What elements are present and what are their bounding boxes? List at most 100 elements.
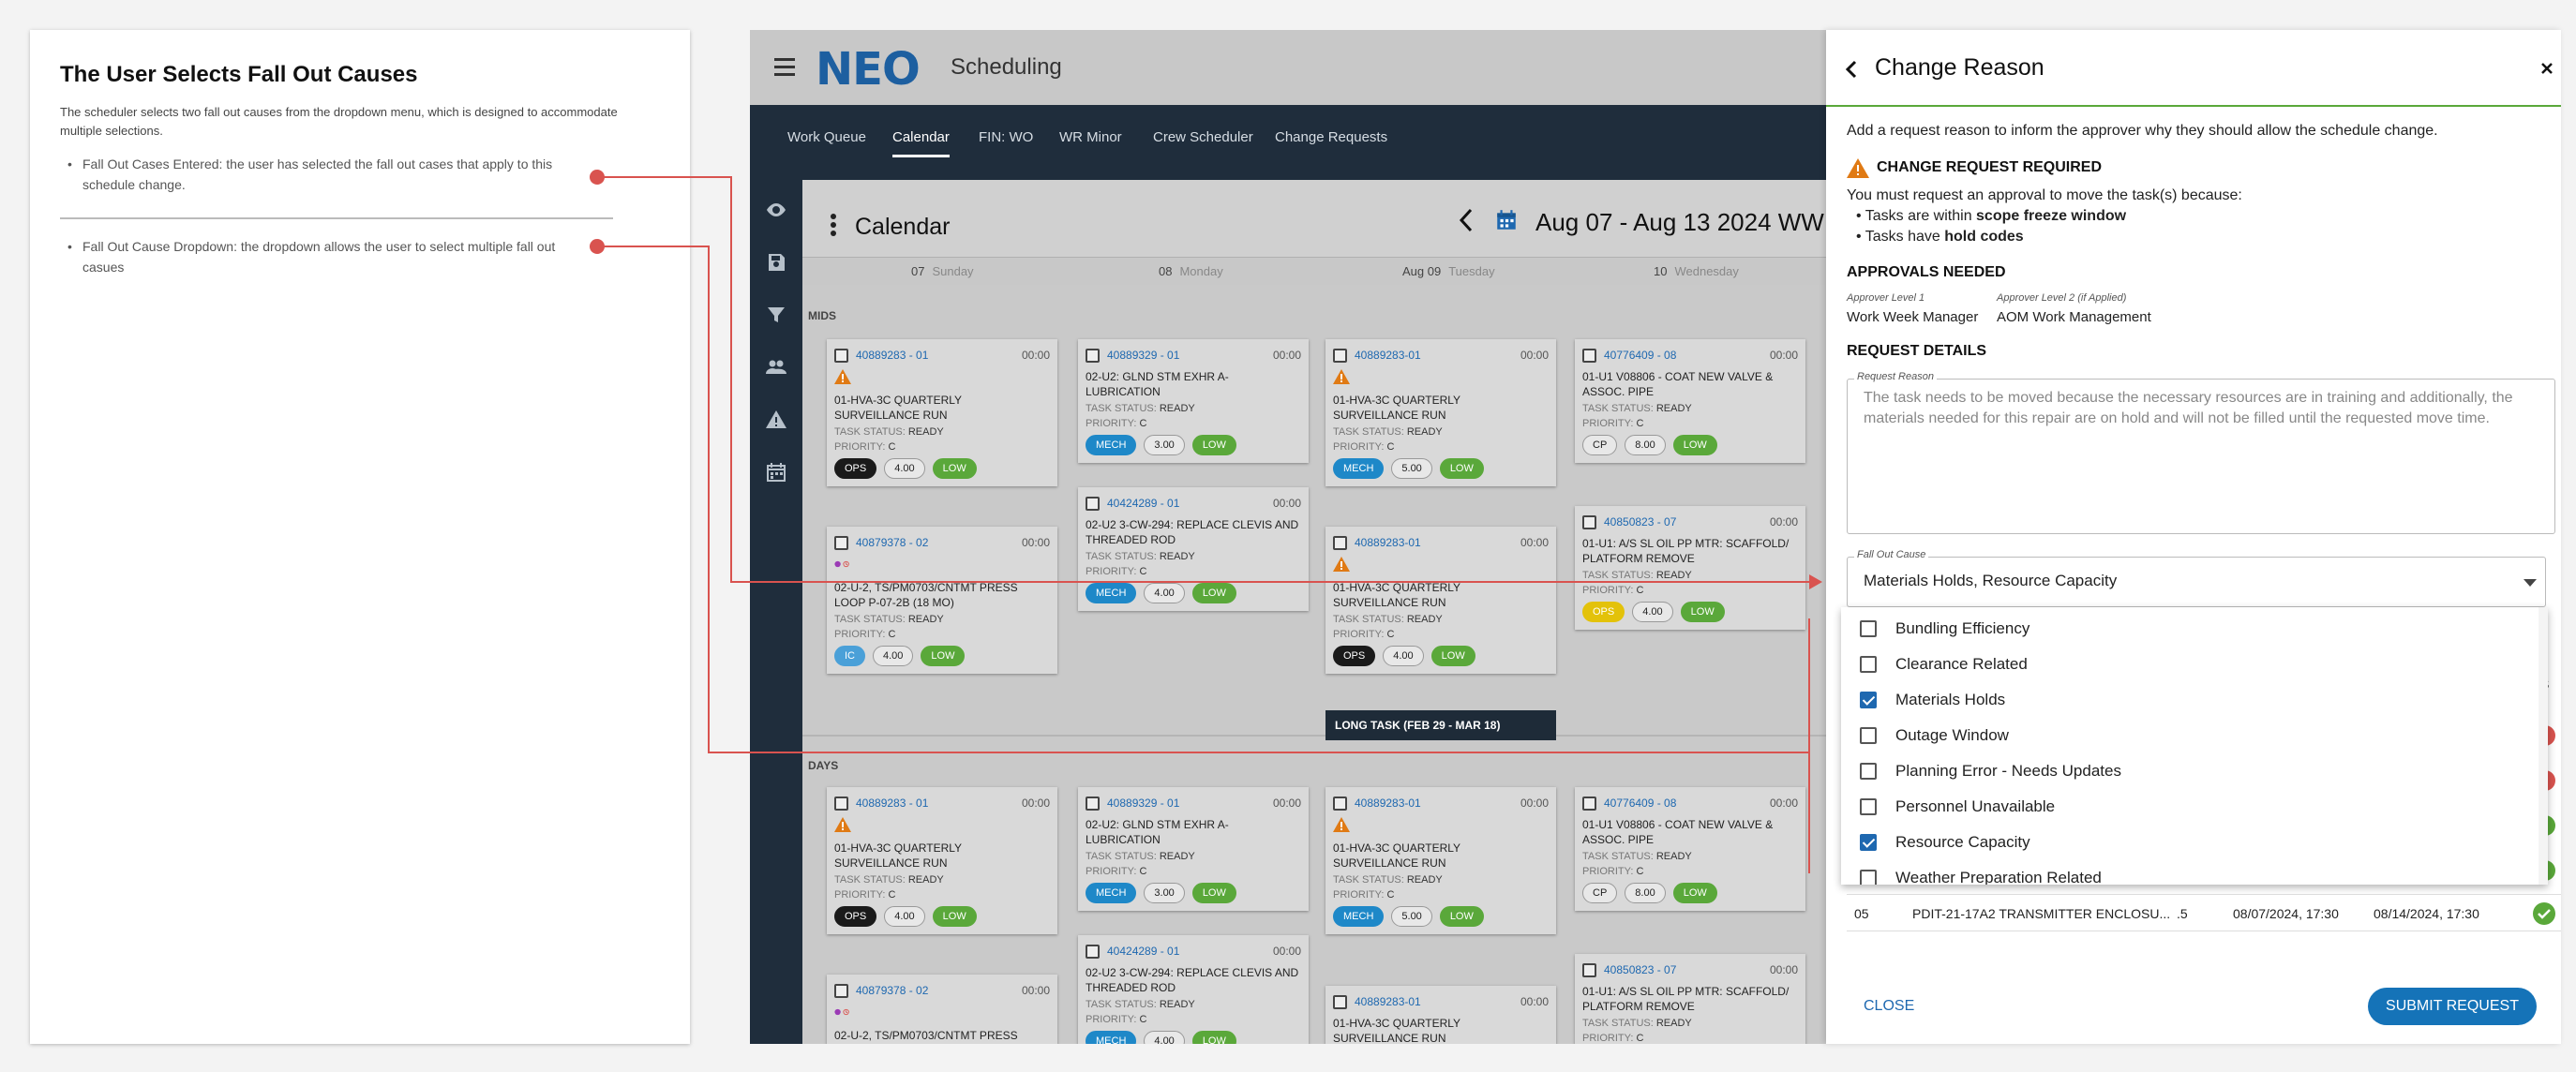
task-checkbox[interactable] [834, 348, 848, 363]
more-vertical-icon[interactable] [831, 214, 836, 236]
warning-icon[interactable] [765, 409, 787, 431]
task-card[interactable]: 40850823 - 07 00:00 01-U1: A/S SL OIL PP M… [1575, 506, 1805, 630]
work-order-link[interactable]: 40889283-01 [1355, 349, 1421, 362]
task-checkbox[interactable] [1333, 348, 1347, 363]
approver-2-label: Approver Level 2 (if Applied) [1997, 292, 2127, 304]
task-card[interactable]: 40776409 - 08 00:00 01-U1 V08806 - COAT NE… [1575, 339, 1805, 463]
task-checkbox[interactable] [1582, 514, 1596, 529]
task-card[interactable]: 40889283-01 00:00 01-HVA-3C QUARTERLY SURV… [1325, 787, 1556, 934]
work-order-link[interactable]: 40889283-01 [1355, 995, 1421, 1008]
calendar-icon[interactable] [765, 461, 787, 484]
work-order-link[interactable]: 40889329 - 01 [1107, 349, 1179, 362]
task-card[interactable]: 40889329 - 01 00:00 02-U2: GLND STM EXHR A… [1078, 787, 1309, 911]
tab-wr-minor[interactable]: WR Minor [1059, 129, 1122, 145]
option-checkbox[interactable] [1860, 692, 1877, 708]
task-checkbox[interactable] [1086, 944, 1100, 959]
task-time: 00:00 [1272, 349, 1301, 362]
option-checkbox[interactable] [1860, 834, 1877, 851]
work-order-link[interactable]: 40424289 - 01 [1107, 945, 1179, 958]
task-checkbox[interactable] [834, 796, 848, 811]
task-checkbox[interactable] [1333, 796, 1347, 811]
task-card[interactable]: 40889283-01 00:00 01-HVA-3C QUARTERLY SURV… [1325, 339, 1556, 486]
fall-out-option[interactable]: Materials Holds [1860, 682, 2005, 718]
task-checkbox[interactable] [834, 983, 848, 998]
task-card[interactable]: 40889283-01 00:00 01-HVA-3C QUARTERLY SURV… [1325, 986, 1556, 1044]
tab-change-requests[interactable]: Change Requests [1275, 129, 1387, 145]
task-card[interactable]: 40879378 - 02 00:00 02-U-2, TS/PM0703/CNTM… [827, 527, 1057, 674]
option-label: Weather Preparation Related [1895, 869, 2102, 885]
option-checkbox[interactable] [1860, 727, 1877, 744]
people-icon[interactable] [765, 356, 787, 379]
task-time: 00:00 [1769, 963, 1798, 976]
task-pill: LOW [1191, 583, 1236, 603]
task-checkbox[interactable] [1333, 994, 1347, 1009]
option-checkbox[interactable] [1860, 656, 1877, 673]
task-checkbox[interactable] [1086, 348, 1100, 363]
filter-icon[interactable] [765, 304, 787, 326]
chevron-left-icon[interactable] [1459, 208, 1474, 232]
option-checkbox[interactable] [1860, 763, 1877, 780]
hamburger-menu-icon[interactable] [774, 58, 795, 77]
menu-scrollbar[interactable] [2539, 607, 2548, 885]
tab-fin-wo[interactable]: FIN: WO [979, 129, 1033, 145]
work-order-link[interactable]: 40424289 - 01 [1107, 497, 1179, 510]
task-pill: LOW [1672, 883, 1717, 903]
work-order-link[interactable]: 40879378 - 02 [856, 536, 928, 549]
tab-calendar[interactable]: Calendar [892, 129, 950, 157]
task-checkbox[interactable] [834, 535, 848, 550]
check-circle-icon [2533, 902, 2555, 925]
fall-out-option[interactable]: Personnel Unavailable [1860, 789, 2055, 825]
long-task-bar[interactable]: LONG TASK (FEB 29 - MAR 18) [1325, 710, 1556, 740]
work-order-link[interactable]: 40850823 - 07 [1604, 515, 1676, 529]
fall-out-option[interactable]: Clearance Related [1860, 647, 2028, 682]
fall-out-option[interactable]: Planning Error - Needs Updates [1860, 753, 2121, 789]
work-order-link[interactable]: 40776409 - 08 [1604, 797, 1676, 810]
option-checkbox[interactable] [1860, 870, 1877, 885]
task-card[interactable]: 40424289 - 01 00:00 02-U2 3-CW-294: REPLAC… [1078, 935, 1309, 1044]
task-card[interactable]: 40879378 - 02 00:00 02-U-2, TS/PM0703/CNTM… [827, 975, 1057, 1044]
work-order-link[interactable]: 40879378 - 02 [856, 984, 928, 997]
eye-icon[interactable] [765, 199, 787, 221]
work-order-link[interactable]: 40889283-01 [1355, 536, 1421, 549]
task-card[interactable]: 40889329 - 01 00:00 02-U2: GLND STM EXHR A… [1078, 339, 1309, 463]
task-checkbox[interactable] [1333, 535, 1347, 550]
work-order-link[interactable]: 40889283 - 01 [856, 797, 928, 810]
task-card[interactable]: 40850823 - 07 00:00 01-U1: A/S SL OIL PP M… [1575, 954, 1805, 1044]
task-checkbox[interactable] [1582, 962, 1596, 977]
fall-out-option[interactable]: Weather Preparation Related [1860, 860, 2102, 885]
work-order-link[interactable]: 40889283 - 01 [856, 349, 928, 362]
fall-out-option[interactable]: Resource Capacity [1860, 825, 2030, 860]
work-order-link[interactable]: 40889329 - 01 [1107, 797, 1179, 810]
tab-crew-scheduler[interactable]: Crew Scheduler [1153, 129, 1253, 145]
option-checkbox[interactable] [1860, 620, 1877, 637]
fall-out-option[interactable]: Bundling Efficiency [1860, 611, 2029, 647]
dropdown-caret-icon[interactable] [2524, 579, 2537, 587]
close-button[interactable]: CLOSE [1864, 998, 1914, 1015]
save-icon[interactable] [765, 251, 787, 274]
task-priority: PRIORITY: C [1086, 418, 1147, 429]
task-status: TASK STATUS: READY [1086, 551, 1195, 562]
task-priority: PRIORITY: C [1086, 866, 1147, 877]
work-order-link[interactable]: 40776409 - 08 [1604, 349, 1676, 362]
task-priority: PRIORITY: C [1333, 889, 1395, 901]
tab-work-queue[interactable]: Work Queue [787, 129, 866, 145]
option-checkbox[interactable] [1860, 798, 1877, 815]
task-status: TASK STATUS: READY [1582, 570, 1692, 581]
table-row[interactable]: 05 PDIT-21-17A2 TRANSMITTER ENCLOSU... .… [1847, 894, 2561, 931]
task-card[interactable]: 40889283 - 01 00:00 01-HVA-3C QUARTERLY SU… [827, 787, 1057, 934]
task-card[interactable]: 40776409 - 08 00:00 01-U1 V08806 - COAT NE… [1575, 787, 1805, 911]
submit-request-button[interactable]: SUBMIT REQUEST [2368, 988, 2537, 1025]
task-card[interactable]: 40424289 - 01 00:00 02-U2 3-CW-294: REPLAC… [1078, 487, 1309, 611]
task-card[interactable]: 40889283 - 01 00:00 01-HVA-3C QUARTERLY SU… [827, 339, 1057, 486]
back-chevron-icon[interactable] [1845, 60, 1858, 79]
work-order-link[interactable]: 40850823 - 07 [1604, 963, 1676, 976]
close-icon[interactable] [2540, 62, 2554, 75]
fall-out-option[interactable]: Outage Window [1860, 718, 2009, 753]
task-card[interactable]: 40889283-01 00:00 01-HVA-3C QUARTERLY SURV… [1325, 527, 1556, 674]
task-checkbox[interactable] [1086, 796, 1100, 811]
task-checkbox[interactable] [1086, 496, 1100, 511]
task-checkbox[interactable] [1582, 348, 1596, 363]
work-order-link[interactable]: 40889283-01 [1355, 797, 1421, 810]
calendar-picker-icon[interactable] [1494, 208, 1519, 232]
task-checkbox[interactable] [1582, 796, 1596, 811]
